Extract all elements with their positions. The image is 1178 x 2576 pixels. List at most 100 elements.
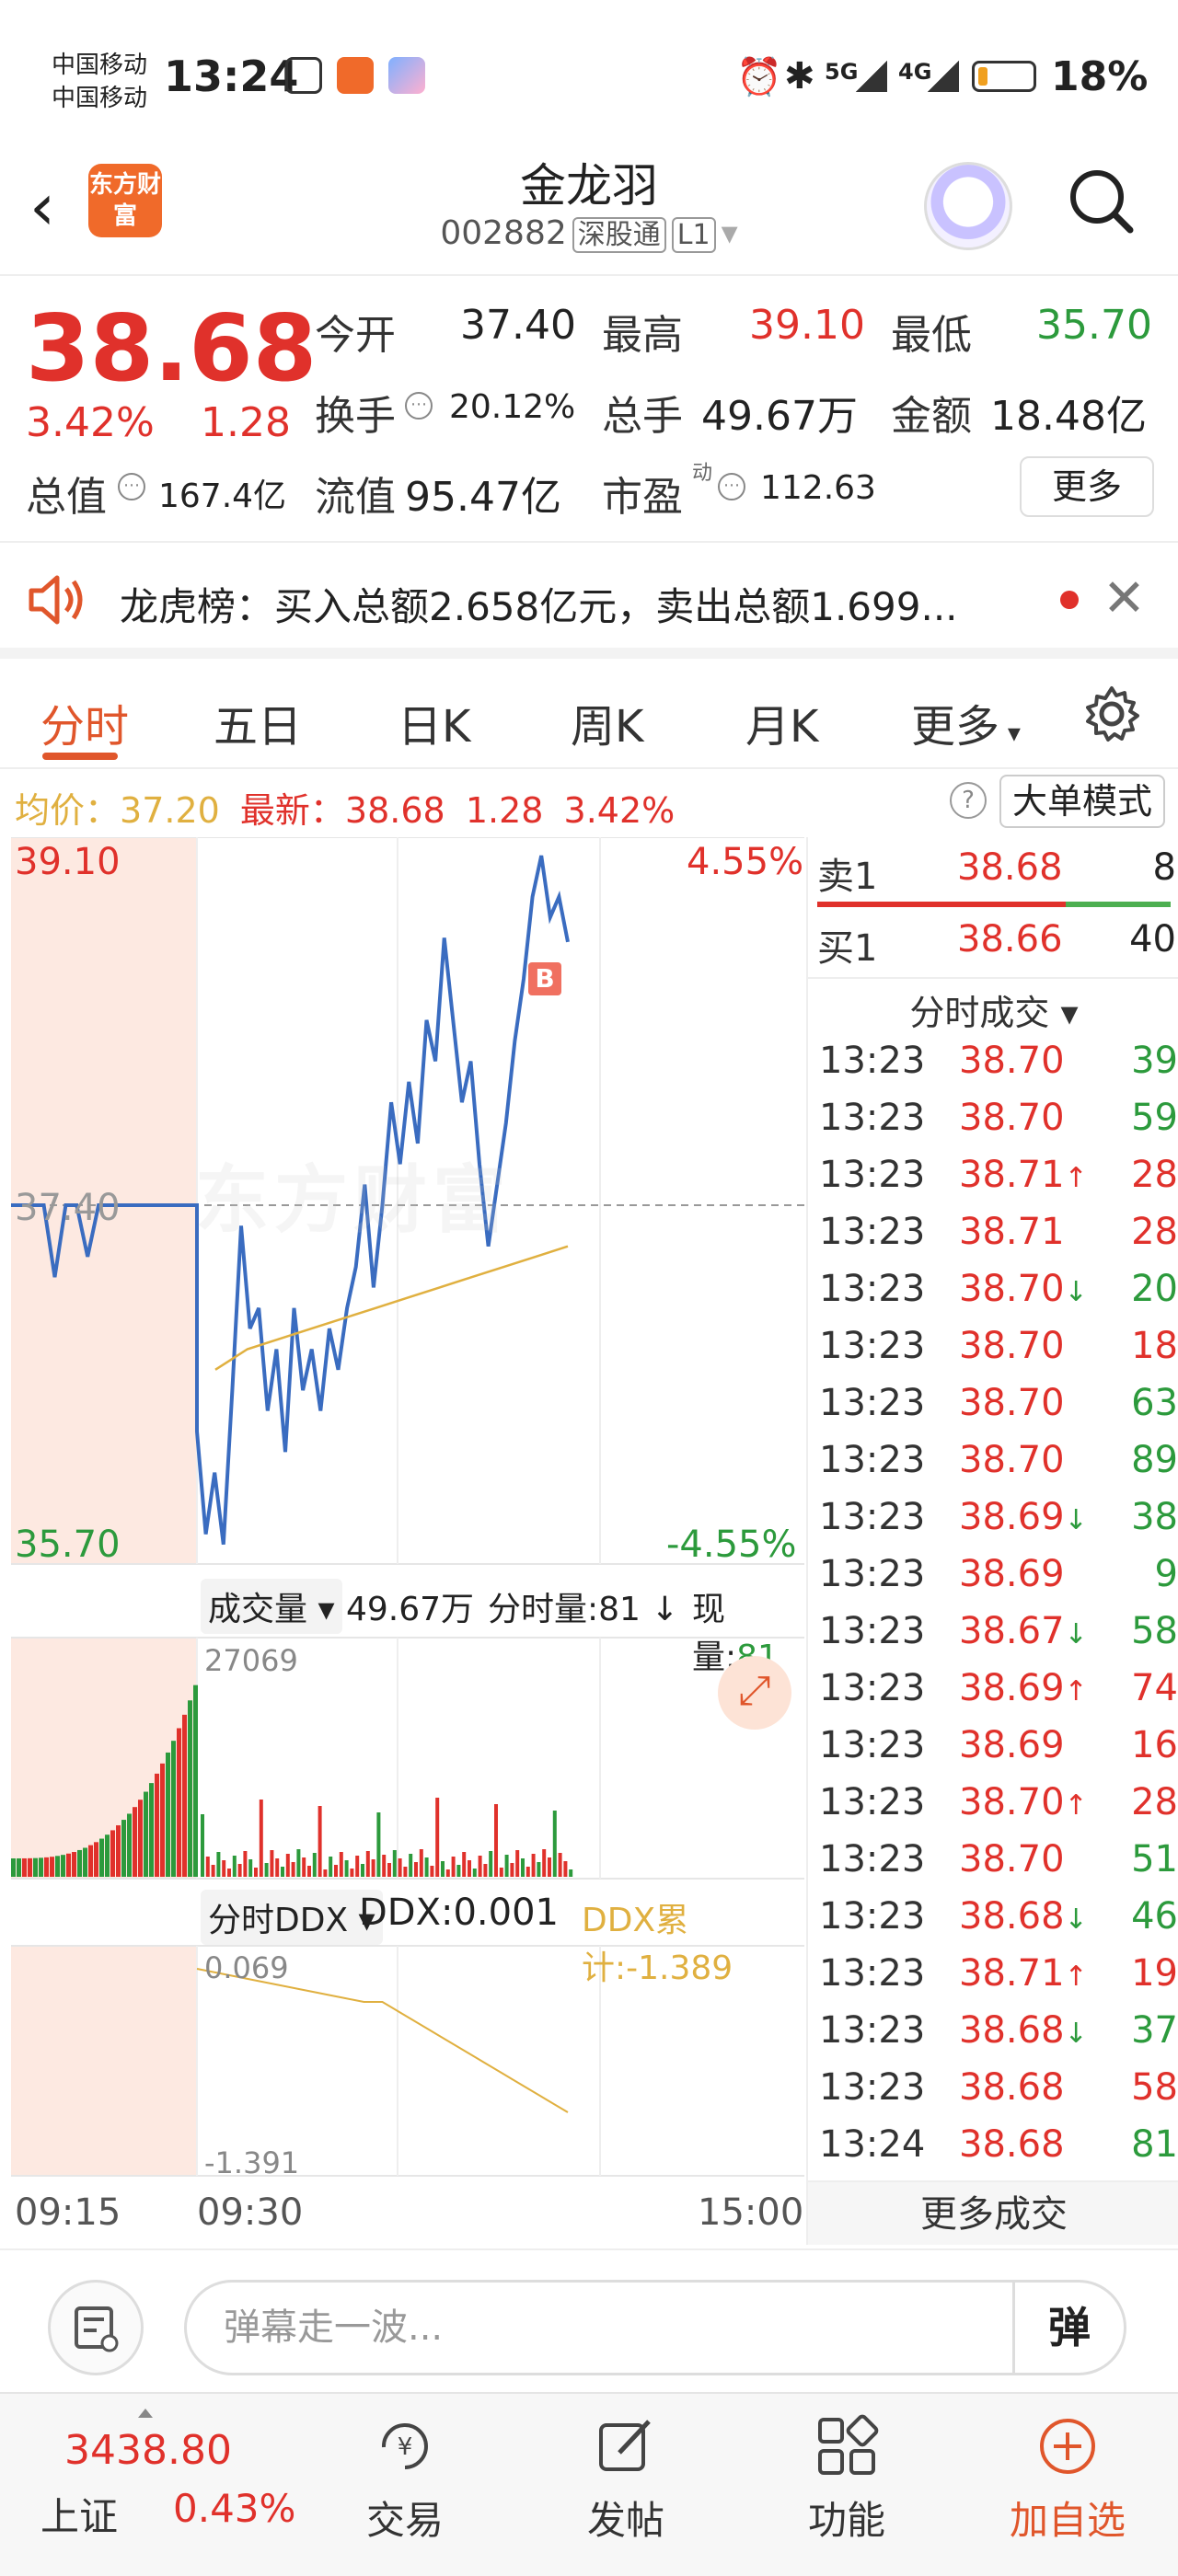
index-change[interactable]: 0.43% xyxy=(173,2486,295,2531)
nav-post[interactable]: 发帖 xyxy=(534,2414,718,2546)
index-value[interactable]: 3438.80 xyxy=(64,2427,232,2474)
trade-time: 13:23 xyxy=(819,1211,926,1253)
volume-selector[interactable]: 成交量 ▾ xyxy=(201,1579,342,1634)
volume-bar xyxy=(323,1869,328,1877)
index-name[interactable]: 上证 xyxy=(40,2486,118,2542)
close-icon[interactable]: ✕ xyxy=(1103,569,1146,628)
trade-price: 38.70 xyxy=(959,1838,1065,1880)
info-icon-3[interactable]: ⋯ xyxy=(718,473,745,500)
danmu-input[interactable]: 弹幕走一波... xyxy=(184,2280,1012,2375)
volume-bar xyxy=(531,1854,536,1877)
trade-price: 38.71↑ xyxy=(959,1154,1088,1196)
trade-row: 13:23 38.71 28 xyxy=(819,1211,1178,1268)
buy-marker[interactable]: B xyxy=(528,962,561,995)
volume-bar xyxy=(537,1862,541,1877)
volume-bar xyxy=(525,1867,530,1877)
volume-bar xyxy=(77,1849,82,1877)
low-value: 35.70 xyxy=(1036,302,1152,349)
notes-icon[interactable] xyxy=(48,2280,144,2375)
sell-bar xyxy=(817,902,1066,907)
volume-bar xyxy=(355,1856,360,1877)
tab-more[interactable]: 更多 ▾ xyxy=(911,690,1021,754)
trade-price: 38.68 xyxy=(959,2066,1065,2109)
ddx-selector[interactable]: 分时DDX ▾ xyxy=(201,1890,383,1945)
volume-bar xyxy=(138,1800,143,1877)
nav-add-watchlist[interactable]: 加自选 xyxy=(976,2414,1160,2546)
trade-time: 13:23 xyxy=(819,1496,926,1538)
tab-intraday[interactable]: 分时 xyxy=(40,690,129,754)
battery-percent: 18% xyxy=(1051,53,1149,100)
ddx-value: DDX:0.001 xyxy=(359,1892,559,1934)
volume-bar xyxy=(419,1849,423,1877)
volume-bar xyxy=(489,1851,493,1877)
svg-text:¥: ¥ xyxy=(398,2433,413,2461)
stock-header: ‹ 东方财富 金龙羽 002882 深股通 L1 ▾ xyxy=(0,147,1178,276)
volume-bar xyxy=(270,1850,274,1877)
more-trades-button[interactable]: 更多成交 xyxy=(808,2180,1178,2245)
trade-row: 13:23 38.70↓ 20 xyxy=(819,1268,1178,1325)
tab-five-day[interactable]: 五日 xyxy=(214,690,302,754)
trade-price: 38.71 xyxy=(959,1211,1065,1253)
trades-title[interactable]: 分时成交 ▾ xyxy=(808,984,1178,1035)
trade-row: 13:23 38.70 51 xyxy=(819,1838,1178,1895)
info-icon-2[interactable]: ⋯ xyxy=(118,473,145,500)
nav-trade[interactable]: ¥ 交易 xyxy=(313,2414,497,2546)
notice-text[interactable]: 龙虎榜：买入总额2.658亿元，卖出总额1.699... xyxy=(120,576,1022,632)
add-circle-icon xyxy=(1040,2419,1095,2474)
trade-time: 13:23 xyxy=(819,2009,926,2052)
volume-bar xyxy=(521,1858,525,1877)
volume-bar xyxy=(350,1869,354,1877)
active-tab-indicator xyxy=(42,753,118,760)
trade-row: 13:24 38.68 81 xyxy=(819,2123,1178,2180)
volume-bar xyxy=(296,1849,301,1877)
trade-price: 38.70 xyxy=(959,1097,1065,1139)
expand-icon[interactable]: ⤢ xyxy=(718,1656,791,1730)
bottom-nav: 3438.80 上证 0.43% ¥ 交易 发帖 功能 加自选 xyxy=(0,2392,1178,2576)
volume-bar xyxy=(17,1857,21,1877)
trade-price: 38.67↓ xyxy=(959,1610,1088,1652)
trade-volume: 9 xyxy=(1154,1553,1178,1595)
trade-row: 13:23 38.71↑ 19 xyxy=(819,1952,1178,2009)
assistant-robot-icon[interactable] xyxy=(924,162,1012,250)
trade-time: 13:23 xyxy=(819,1154,926,1196)
stock-code: 002882 xyxy=(440,214,567,252)
sell1-row[interactable]: 卖1 38.68 8 xyxy=(817,846,1176,903)
volume-bar xyxy=(39,1857,43,1877)
gear-icon[interactable] xyxy=(1082,684,1141,743)
trade-volume: 81 xyxy=(1131,2123,1178,2166)
level-tag: L1 xyxy=(671,217,716,253)
search-icon[interactable] xyxy=(1066,166,1136,236)
status-bar: 中国移动 中国移动 13:24 ⏰ ✱ 5G 4G 18% xyxy=(0,0,1178,147)
trade-time: 13:23 xyxy=(819,1382,926,1424)
volume-bar xyxy=(403,1867,408,1877)
volume-label: 总手 xyxy=(602,393,683,440)
volume-bar xyxy=(494,1804,498,1877)
pct-axis-top: 4.55% xyxy=(687,841,804,883)
notice-bar[interactable]: 龙虎榜：买入总额2.658亿元，卖出总额1.699... ✕ xyxy=(0,543,1178,659)
trade-volume: 16 xyxy=(1131,1724,1178,1766)
time-axis-start: 09:15 xyxy=(15,2191,121,2234)
tab-monthly-k[interactable]: 月K xyxy=(745,690,818,754)
info-icon[interactable]: ⋯ xyxy=(405,392,433,420)
nav-features[interactable]: 功能 xyxy=(755,2414,939,2546)
carrier-1: 中国移动 xyxy=(52,52,148,79)
more-quote-button[interactable]: 更多 xyxy=(1020,456,1154,517)
trade-price: 38.70↑ xyxy=(959,1781,1088,1823)
tab-daily-k[interactable]: 日K xyxy=(398,690,470,754)
volume-bar xyxy=(211,1865,215,1877)
open-value: 37.40 xyxy=(460,302,576,349)
trade-time: 13:23 xyxy=(819,1610,926,1652)
danmu-toggle-button[interactable]: 弹 xyxy=(1012,2280,1126,2375)
volume-bar xyxy=(193,1685,198,1877)
volume-bar xyxy=(61,1855,65,1877)
tab-weekly-k[interactable]: 周K xyxy=(571,690,643,754)
volume-bar xyxy=(33,1857,38,1877)
battery-fill xyxy=(978,67,987,86)
big-order-mode-button[interactable]: 大单模式 xyxy=(999,775,1165,828)
market-cap-label: 总值 xyxy=(26,474,107,521)
help-icon[interactable]: ? xyxy=(950,782,987,819)
pre-market-shade-ddx xyxy=(11,1946,197,2176)
buy1-row[interactable]: 买1 38.66 40 xyxy=(817,918,1176,975)
volume-bar xyxy=(110,1830,115,1877)
trade-volume: 74 xyxy=(1131,1667,1178,1709)
